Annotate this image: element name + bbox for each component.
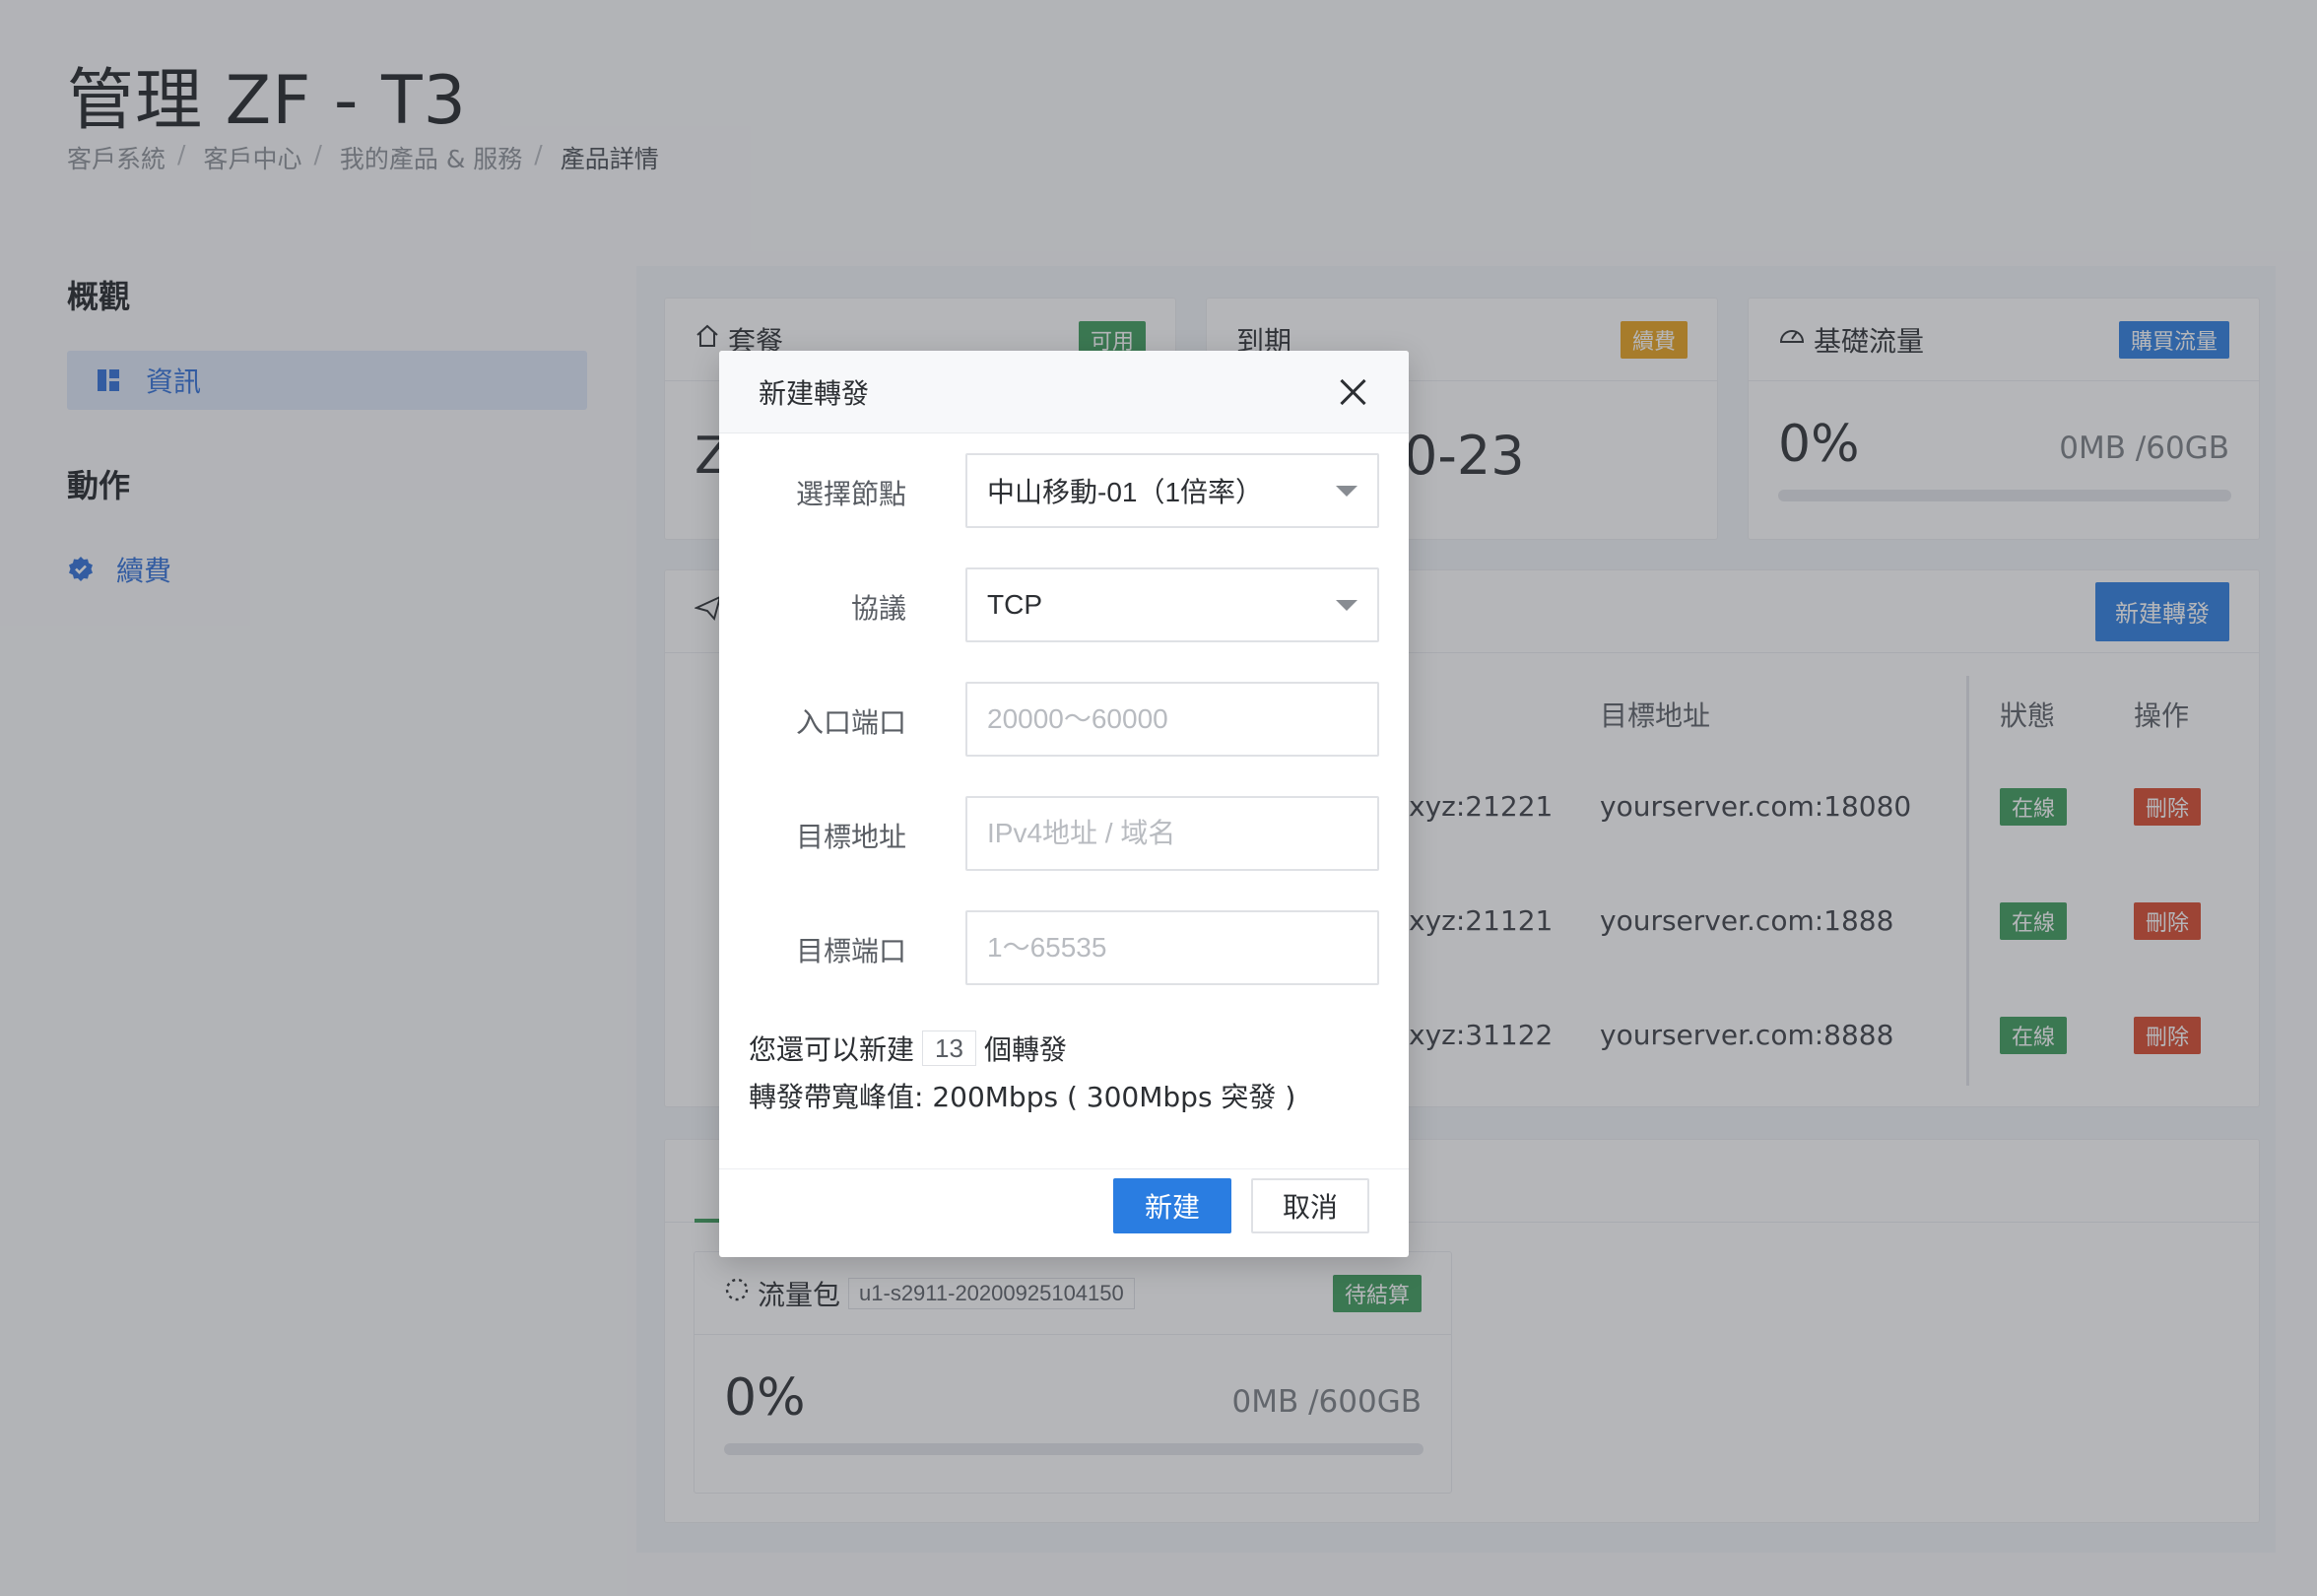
caret-down-icon bbox=[1336, 485, 1357, 497]
close-icon[interactable] bbox=[1336, 375, 1369, 409]
dialog-title: 新建轉發 bbox=[759, 376, 870, 410]
create-button[interactable]: 新建 bbox=[1113, 1178, 1231, 1233]
new-forward-dialog: 新建轉發 選擇節點 中山移動-01（1倍率） 協議 TCP 入口端口 目標地址 … bbox=[719, 351, 1409, 1257]
target-address-label: 目標地址 bbox=[795, 821, 906, 853]
remaining-count: 13 bbox=[922, 1031, 976, 1066]
remaining-prefix: 您還可以新建 bbox=[749, 1033, 915, 1066]
cancel-button[interactable]: 取消 bbox=[1251, 1178, 1369, 1233]
node-label: 選擇節點 bbox=[795, 478, 906, 510]
node-select[interactable]: 中山移動-01（1倍率） bbox=[965, 453, 1379, 528]
target-port-label: 目標端口 bbox=[795, 935, 906, 967]
entry-port-input[interactable] bbox=[965, 682, 1379, 757]
caret-down-icon bbox=[1336, 599, 1357, 611]
node-select-value: 中山移動-01（1倍率） bbox=[987, 477, 1264, 507]
protocol-select-value: TCP bbox=[987, 589, 1042, 620]
protocol-label: 協議 bbox=[850, 592, 906, 625]
protocol-select[interactable]: TCP bbox=[965, 567, 1379, 642]
target-port-input[interactable] bbox=[965, 910, 1379, 985]
entry-port-label: 入口端口 bbox=[795, 706, 906, 739]
dialog-footer-divider bbox=[719, 1168, 1409, 1169]
target-address-input[interactable] bbox=[965, 796, 1379, 871]
bandwidth-info: 轉發帶寬峰值: 200Mbps ( 300Mbps 突發 ) bbox=[749, 1081, 1296, 1113]
remaining-info: 您還可以新建 13 個轉發 bbox=[749, 1029, 1067, 1068]
remaining-suffix: 個轉發 bbox=[983, 1033, 1067, 1066]
